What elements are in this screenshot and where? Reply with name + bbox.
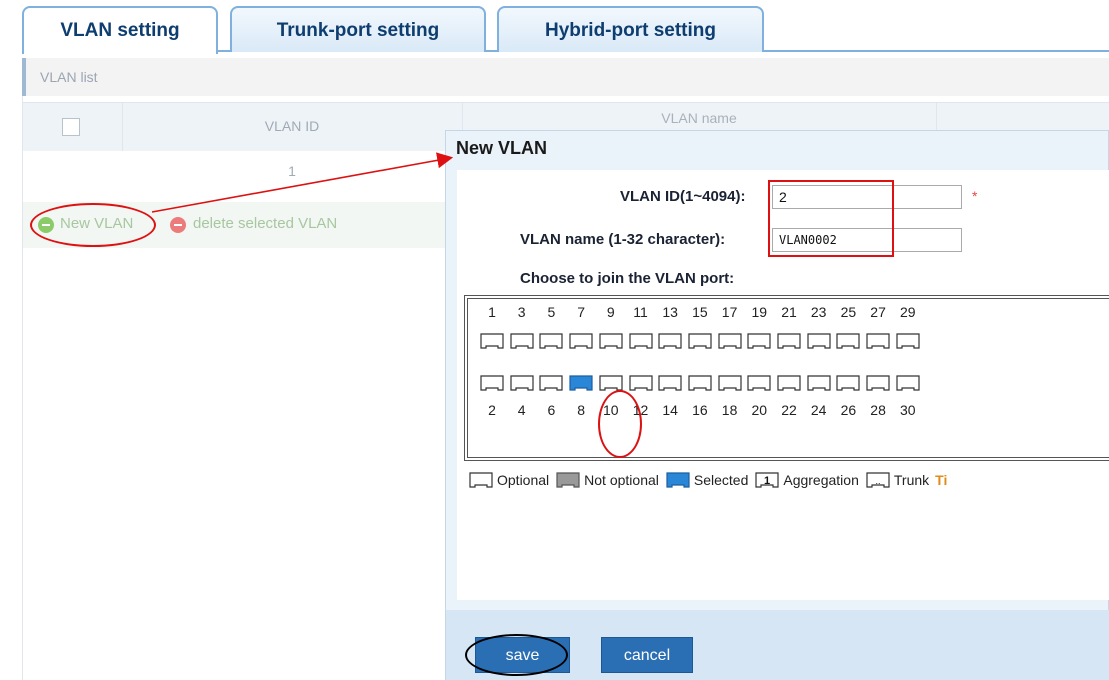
annotation-ellipse-save <box>465 634 568 676</box>
port-8-icon[interactable] <box>568 373 594 393</box>
port-30-icon[interactable] <box>895 373 921 393</box>
port-25-icon[interactable] <box>835 331 861 351</box>
column-header-vlan-id: VLAN ID <box>264 118 320 134</box>
port-5-icon[interactable] <box>538 331 564 351</box>
port-18-icon[interactable] <box>717 373 743 393</box>
port-number: 5 <box>547 304 556 320</box>
vlan-id-label: VLAN ID(1~4094): <box>620 188 746 205</box>
tab-hybrid-port-setting[interactable]: Hybrid-port setting <box>497 6 764 52</box>
svg-text:..: .. <box>875 476 880 486</box>
port-number: 29 <box>900 304 916 320</box>
legend-optional-label: Optional <box>497 472 550 488</box>
port-trunk-icon: .. <box>866 472 890 488</box>
port-17-icon[interactable] <box>717 331 743 351</box>
legend-aggregation: 1 Aggregation <box>754 470 859 490</box>
annotation-ellipse-port-8 <box>598 390 642 458</box>
port-11-icon[interactable] <box>628 331 654 351</box>
port-15-icon[interactable] <box>687 331 713 351</box>
annotation-box-inputs <box>768 180 894 257</box>
port-number: 30 <box>900 402 916 418</box>
port-6-icon[interactable] <box>538 373 564 393</box>
port-number: 16 <box>692 402 708 418</box>
port-number: 21 <box>781 304 797 320</box>
port-optional-icon <box>469 472 493 488</box>
port-28-icon[interactable] <box>865 373 891 393</box>
port-9-icon[interactable] <box>598 331 624 351</box>
port-number: 23 <box>810 304 827 320</box>
port-number: 18 <box>721 402 738 418</box>
port-1-icon[interactable] <box>479 331 505 351</box>
dialog-title: New VLAN <box>456 138 548 158</box>
port-number: 22 <box>781 402 797 418</box>
port-20-icon[interactable] <box>746 373 772 393</box>
required-marker: * <box>972 188 978 204</box>
legend-trunk: .. Trunk <box>865 470 929 490</box>
port-26-icon[interactable] <box>835 373 861 393</box>
port-number: 19 <box>751 304 768 320</box>
port-number: 20 <box>751 402 768 418</box>
vlan-name-label: VLAN name (1-32 character): <box>520 231 726 248</box>
port-14-icon[interactable] <box>657 373 683 393</box>
choose-port-label: Choose to join the VLAN port: <box>520 270 735 287</box>
legend-selected: Selected <box>665 470 748 490</box>
port-27-icon[interactable] <box>865 331 891 351</box>
port-19-icon[interactable] <box>746 331 772 351</box>
legend-tip: Ti <box>935 472 948 488</box>
panel-border <box>22 96 23 680</box>
port-12-icon[interactable] <box>628 373 654 393</box>
delete-selected-vlan-button[interactable]: delete selected VLAN <box>193 215 337 232</box>
port-number: 27 <box>870 304 886 320</box>
port-number: 1 <box>488 304 496 320</box>
port-number: 28 <box>870 402 886 418</box>
port-4-icon[interactable] <box>509 373 535 393</box>
vlan-list-header: VLAN list <box>22 58 1109 96</box>
port-number: 11 <box>633 304 648 320</box>
port-16-icon[interactable] <box>687 373 713 393</box>
port-number: 24 <box>810 402 827 418</box>
port-number: 2 <box>488 402 496 418</box>
port-3-icon[interactable] <box>509 331 535 351</box>
port-21-icon[interactable] <box>776 331 802 351</box>
port-aggregation-icon: 1 <box>755 472 779 488</box>
aggregation-glyph: 1 <box>764 475 770 487</box>
column-header-vlan-name: VLAN name <box>661 110 737 126</box>
legend-optional: Optional <box>468 470 549 490</box>
port-number: 4 <box>517 402 526 418</box>
port-not-optional-icon <box>556 472 580 488</box>
port-23-icon[interactable] <box>806 331 832 351</box>
legend-trunk-label: Trunk <box>893 472 930 488</box>
legend-not-optional-label: Not optional <box>584 472 659 488</box>
port-selected-icon <box>666 472 690 488</box>
vlan-id-cell: 1 <box>288 163 296 179</box>
select-all-checkbox[interactable] <box>62 118 80 136</box>
tab-vlan-setting[interactable]: VLAN setting <box>22 6 218 54</box>
port-number: 8 <box>577 402 585 418</box>
port-24-icon[interactable] <box>806 373 832 393</box>
port-number: 26 <box>840 402 857 418</box>
port-number: 3 <box>517 304 526 320</box>
port-number: 14 <box>662 402 678 418</box>
cancel-button[interactable]: cancel <box>601 637 693 673</box>
annotation-ellipse-new-vlan <box>30 203 156 247</box>
port-29-icon[interactable] <box>895 331 921 351</box>
port-number: 7 <box>577 304 585 320</box>
remove-icon <box>170 217 186 233</box>
port-number: 17 <box>721 304 738 320</box>
port-13-icon[interactable] <box>657 331 683 351</box>
tab-trunk-port-setting[interactable]: Trunk-port setting <box>230 6 486 52</box>
port-number: 15 <box>692 304 708 320</box>
port-number: 6 <box>547 402 556 418</box>
port-legend: Optional Not optional Selected 1 Aggrega… <box>468 470 947 490</box>
port-number: 13 <box>662 304 678 320</box>
port-number: 25 <box>840 304 857 320</box>
legend-aggregation-label: Aggregation <box>783 472 859 488</box>
legend-selected-label: Selected <box>693 472 749 488</box>
port-22-icon[interactable] <box>776 373 802 393</box>
legend-not-optional: Not optional <box>555 470 659 490</box>
port-number: 9 <box>606 304 615 320</box>
port-2-icon[interactable] <box>479 373 505 393</box>
port-7-icon[interactable] <box>568 331 594 351</box>
